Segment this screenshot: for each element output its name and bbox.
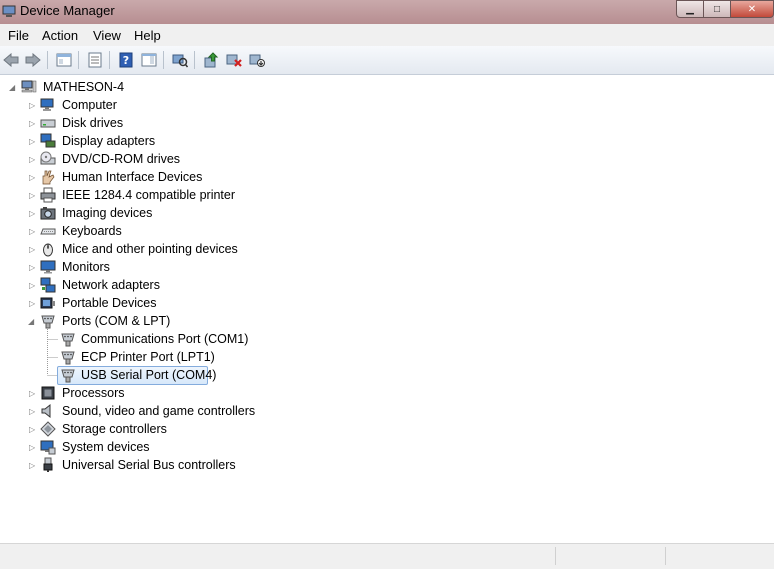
tree-item-usb-serial-port[interactable]: USB Serial Port (COM4) bbox=[81, 368, 216, 382]
toolbar-separator bbox=[47, 51, 48, 69]
status-bar bbox=[0, 543, 774, 569]
tree-item-storage-controllers[interactable]: Storage controllers bbox=[62, 422, 167, 436]
tree-item-hid[interactable]: Human Interface Devices bbox=[62, 170, 202, 184]
dvd-drive-icon bbox=[40, 151, 56, 165]
expand-arrow-icon[interactable]: ▷ bbox=[29, 426, 37, 434]
disable-device-icon[interactable] bbox=[248, 51, 266, 69]
expand-arrow-icon[interactable]: ▷ bbox=[29, 246, 37, 254]
maximize-button[interactable]: □ bbox=[703, 0, 731, 18]
tree-item-monitors[interactable]: Monitors bbox=[62, 260, 110, 274]
tree-item-dvd-drives[interactable]: DVD/CD-ROM drives bbox=[62, 152, 180, 166]
tree-item-ports[interactable]: Ports (COM & LPT) bbox=[62, 314, 170, 328]
expand-arrow-icon[interactable]: ▷ bbox=[29, 390, 37, 398]
keyboard-icon bbox=[40, 228, 56, 235]
expand-arrow-icon[interactable]: ▷ bbox=[29, 264, 37, 272]
system-device-icon bbox=[40, 440, 56, 455]
help-icon[interactable]: ? bbox=[117, 51, 135, 69]
menu-bar: File Action View Help bbox=[0, 24, 774, 46]
display-adapter-icon bbox=[40, 133, 56, 148]
device-tree[interactable]: ◢ MATHESON-4 ▷ Computer ▷ Disk drives ▷ … bbox=[0, 78, 774, 543]
action-pane-icon[interactable] bbox=[140, 51, 158, 69]
port-icon bbox=[61, 351, 75, 365]
monitor-icon bbox=[40, 260, 56, 274]
tree-item-portable-devices[interactable]: Portable Devices bbox=[62, 296, 157, 310]
expand-arrow-icon[interactable]: ▷ bbox=[29, 156, 37, 164]
tree-item-imaging-devices[interactable]: Imaging devices bbox=[62, 206, 152, 220]
expand-arrow-icon[interactable]: ▷ bbox=[29, 282, 37, 290]
tree-item-network-adapters[interactable]: Network adapters bbox=[62, 278, 160, 292]
speaker-icon bbox=[41, 403, 51, 419]
expand-arrow-icon[interactable]: ▷ bbox=[29, 138, 37, 146]
expand-arrow-icon[interactable]: ▷ bbox=[29, 192, 37, 200]
menu-file[interactable]: File bbox=[8, 28, 29, 43]
device-manager-icon bbox=[2, 5, 16, 17]
expand-arrow-icon[interactable]: ▷ bbox=[29, 462, 37, 470]
tree-item-lpt1-port[interactable]: ECP Printer Port (LPT1) bbox=[81, 350, 215, 364]
forward-arrow-icon[interactable] bbox=[24, 51, 42, 69]
properties-icon[interactable] bbox=[86, 51, 104, 69]
port-icon bbox=[61, 369, 75, 383]
tree-item-com1-port[interactable]: Communications Port (COM1) bbox=[81, 332, 248, 346]
expand-arrow-icon[interactable]: ▷ bbox=[29, 300, 37, 308]
toolbar-separator bbox=[109, 51, 110, 69]
close-button[interactable]: ✕ bbox=[730, 0, 774, 18]
portable-device-icon bbox=[40, 297, 55, 309]
tree-item-disk-drives[interactable]: Disk drives bbox=[62, 116, 123, 130]
network-icon bbox=[40, 277, 56, 293]
processor-icon bbox=[41, 386, 55, 400]
tree-item-system-devices[interactable]: System devices bbox=[62, 440, 150, 454]
tree-item-processors[interactable]: Processors bbox=[62, 386, 125, 400]
tree-item-computer[interactable]: Computer bbox=[62, 98, 117, 112]
show-hide-console-tree-icon[interactable] bbox=[55, 51, 73, 69]
expand-arrow-icon[interactable]: ▷ bbox=[29, 228, 37, 236]
toolbar-separator bbox=[194, 51, 195, 69]
toolbar-separator bbox=[78, 51, 79, 69]
camera-icon bbox=[40, 207, 56, 220]
tree-item-ieee-printer[interactable]: IEEE 1284.4 compatible printer bbox=[62, 188, 235, 202]
tree-item-keyboards[interactable]: Keyboards bbox=[62, 224, 122, 238]
port-icon bbox=[61, 333, 75, 347]
usb-icon bbox=[43, 457, 53, 472]
expand-arrow-icon[interactable]: ▷ bbox=[29, 444, 37, 452]
printer-icon bbox=[40, 187, 56, 203]
menu-view[interactable]: View bbox=[93, 28, 121, 43]
tree-item-mice[interactable]: Mice and other pointing devices bbox=[62, 242, 238, 256]
minimize-button[interactable]: ▁ bbox=[676, 0, 704, 18]
window-title: Device Manager bbox=[20, 3, 115, 18]
disk-drive-icon bbox=[40, 119, 56, 128]
status-bar-divider bbox=[665, 547, 666, 565]
collapse-arrow-icon[interactable]: ◢ bbox=[28, 318, 36, 326]
toolbar: ? bbox=[0, 46, 774, 75]
uninstall-icon[interactable] bbox=[225, 51, 243, 69]
expand-arrow-icon[interactable]: ▷ bbox=[29, 120, 37, 128]
tree-item-sound[interactable]: Sound, video and game controllers bbox=[62, 404, 255, 418]
expand-arrow-icon[interactable]: ▷ bbox=[29, 408, 37, 416]
storage-icon bbox=[40, 421, 56, 437]
mouse-icon bbox=[43, 243, 53, 257]
window-controls: ▁ □ ✕ bbox=[676, 0, 774, 18]
status-bar-divider bbox=[555, 547, 556, 565]
menu-help[interactable]: Help bbox=[134, 28, 161, 43]
tree-root-label[interactable]: MATHESON-4 bbox=[43, 80, 124, 94]
update-driver-icon[interactable] bbox=[202, 51, 220, 69]
menu-action[interactable]: Action bbox=[42, 28, 78, 43]
back-arrow-icon[interactable] bbox=[2, 51, 20, 69]
computer-icon bbox=[40, 98, 54, 111]
expand-arrow-icon[interactable]: ▷ bbox=[29, 210, 37, 218]
computer-icon bbox=[21, 80, 37, 93]
collapse-arrow-icon[interactable]: ◢ bbox=[9, 84, 17, 92]
expand-arrow-icon[interactable]: ▷ bbox=[29, 174, 37, 182]
tree-item-usb-controllers[interactable]: Universal Serial Bus controllers bbox=[62, 458, 236, 472]
toolbar-separator bbox=[163, 51, 164, 69]
port-icon bbox=[41, 315, 55, 329]
hid-icon bbox=[42, 170, 55, 185]
tree-item-display-adapters[interactable]: Display adapters bbox=[62, 134, 155, 148]
expand-arrow-icon[interactable]: ▷ bbox=[29, 102, 37, 110]
title-bar: Device Manager ▁ □ ✕ bbox=[0, 0, 774, 24]
svg-text:?: ? bbox=[123, 54, 129, 67]
scan-hardware-icon[interactable] bbox=[171, 51, 189, 69]
